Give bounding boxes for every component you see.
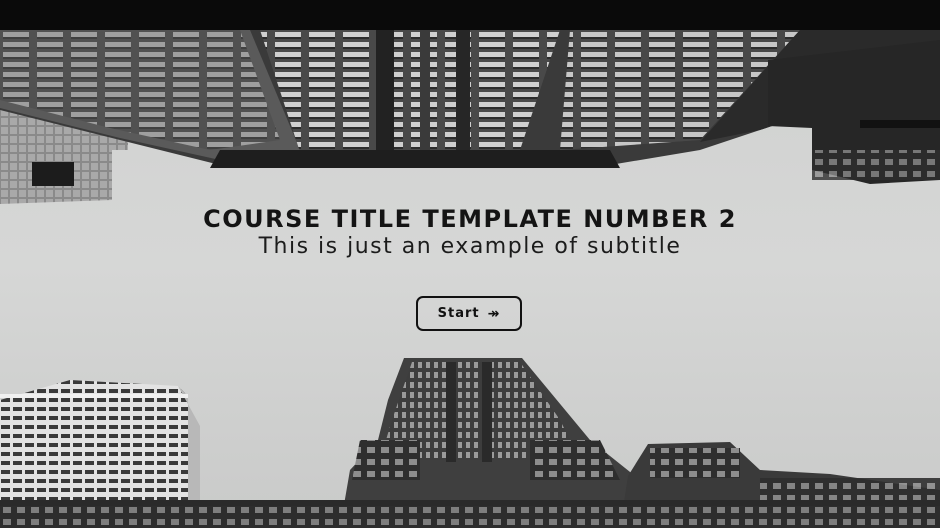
- course-title-slide: COURSE TITLE TEMPLATE NUMBER 2 This is j…: [0, 0, 940, 528]
- double-arrow-right-icon: ↠: [487, 305, 501, 322]
- start-button[interactable]: Start ↠: [416, 296, 522, 331]
- start-button-label: Start: [437, 306, 480, 321]
- course-subtitle: This is just an example of subtitle: [258, 234, 682, 259]
- city-buildings-background: [0, 0, 940, 528]
- title-block: COURSE TITLE TEMPLATE NUMBER 2 This is j…: [0, 203, 940, 259]
- course-title: COURSE TITLE TEMPLATE NUMBER 2: [203, 205, 737, 233]
